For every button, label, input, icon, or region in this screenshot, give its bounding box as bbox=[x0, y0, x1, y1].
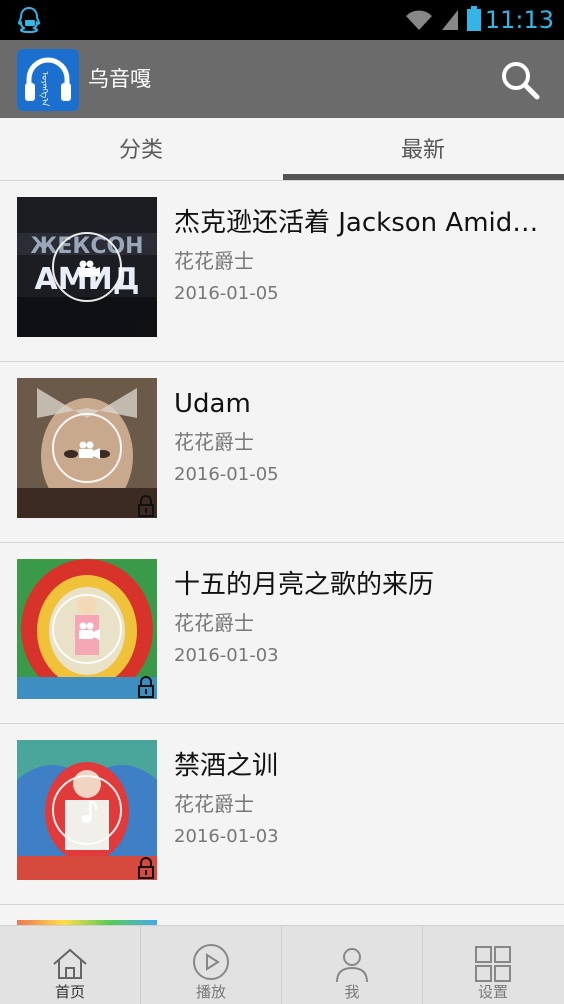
bottom-navigation: 首页 播放 我 设置 bbox=[0, 925, 564, 1004]
music-note-icon bbox=[54, 777, 124, 847]
lock-icon bbox=[138, 676, 154, 698]
list-item[interactable]: 禁酒之训 花花爵士 2016-01-03 bbox=[0, 724, 564, 905]
lock-icon bbox=[138, 495, 154, 517]
play-icon bbox=[193, 944, 229, 980]
nav-settings[interactable]: 设置 bbox=[423, 926, 563, 1004]
item-date: 2016-01-03 bbox=[174, 645, 279, 666]
play-overlay[interactable] bbox=[52, 232, 122, 302]
nav-home-label: 首页 bbox=[54, 983, 85, 1001]
wifi-icon bbox=[406, 10, 432, 30]
status-time: 11:13 bbox=[484, 6, 554, 34]
video-camera-icon bbox=[54, 596, 124, 666]
nav-play[interactable]: 播放 bbox=[141, 926, 282, 1004]
nav-settings-label: 设置 bbox=[477, 983, 508, 1001]
tab-latest[interactable]: 最新 bbox=[282, 118, 564, 180]
svg-text:ᠤᠶᠠᠩᠭ᠎ᠠ: ᠤᠶᠠᠩᠭ᠎ᠠ bbox=[39, 72, 50, 108]
item-date: 2016-01-03 bbox=[174, 826, 279, 847]
lock-icon bbox=[138, 857, 154, 879]
tab-bar: 分类 最新 bbox=[0, 118, 564, 181]
list-item[interactable]: Udam 花花爵士 2016-01-05 bbox=[0, 362, 564, 543]
item-date: 2016-01-05 bbox=[174, 464, 279, 485]
tab-category[interactable]: 分类 bbox=[0, 118, 282, 180]
status-icons bbox=[404, 6, 482, 32]
video-camera-icon bbox=[54, 234, 124, 304]
play-overlay[interactable] bbox=[52, 775, 122, 845]
item-thumbnail bbox=[17, 378, 157, 518]
grid-icon bbox=[475, 946, 511, 982]
app-title: 乌音嘎 bbox=[88, 67, 151, 91]
nav-me-label: 我 bbox=[344, 983, 360, 1001]
battery-icon bbox=[467, 6, 481, 31]
status-bar: 11:13 bbox=[0, 0, 564, 40]
play-overlay[interactable] bbox=[52, 594, 122, 664]
item-author: 花花爵士 bbox=[174, 792, 254, 816]
list-item[interactable]: 十五的月亮之歌的来历 花花爵士 2016-01-03 bbox=[0, 543, 564, 724]
app-logo[interactable]: ᠤᠶᠠᠩᠭ᠎ᠠ bbox=[17, 49, 79, 111]
headphones-icon: ᠤᠶᠠᠩᠭ᠎ᠠ bbox=[25, 57, 71, 108]
item-thumbnail bbox=[17, 740, 157, 880]
nav-play-label: 播放 bbox=[195, 983, 226, 1001]
list-item[interactable]: ЖЕКСОН АМИД 杰克逊还活着 Jackson Amid… 花花爵士 20… bbox=[0, 181, 564, 362]
nav-home[interactable]: 首页 bbox=[0, 926, 141, 1004]
item-title: 杰克逊还活着 Jackson Amid… bbox=[174, 208, 539, 238]
app-bar: ᠤᠶᠠᠩᠭ᠎ᠠ 乌音嘎 bbox=[0, 40, 564, 118]
nav-me[interactable]: 我 bbox=[282, 926, 423, 1004]
item-author: 花花爵士 bbox=[174, 611, 254, 635]
user-icon bbox=[336, 948, 368, 983]
item-title: Udam bbox=[174, 389, 251, 419]
item-author: 花花爵士 bbox=[174, 249, 254, 273]
lock-icon bbox=[138, 314, 154, 336]
qq-notification-icon bbox=[17, 6, 41, 34]
home-icon bbox=[53, 948, 87, 979]
item-thumbnail bbox=[17, 559, 157, 699]
item-title: 十五的月亮之歌的来历 bbox=[174, 570, 435, 600]
item-author: 花花爵士 bbox=[174, 430, 254, 454]
item-title: 禁酒之训 bbox=[174, 751, 279, 781]
tab-indicator bbox=[283, 174, 564, 180]
play-overlay[interactable] bbox=[52, 413, 122, 483]
video-camera-icon bbox=[54, 415, 124, 485]
item-thumbnail: ЖЕКСОН АМИД bbox=[17, 197, 157, 337]
signal-icon bbox=[442, 10, 458, 30]
item-date: 2016-01-05 bbox=[174, 283, 279, 304]
media-list: ЖЕКСОН АМИД 杰克逊还活着 Jackson Amid… 花花爵士 20… bbox=[0, 181, 564, 905]
search-icon[interactable] bbox=[500, 60, 540, 100]
